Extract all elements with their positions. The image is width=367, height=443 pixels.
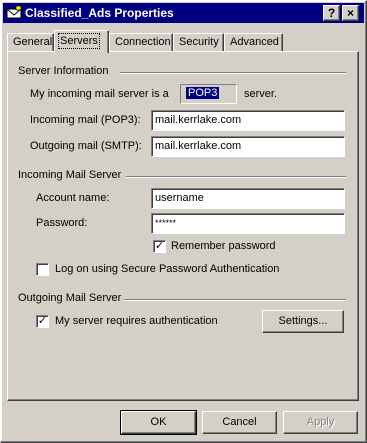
apply-button[interactable]: Apply [283,411,358,434]
incoming-server-divider [126,176,346,178]
title-bar[interactable]: Classified_Ads Properties ? × [3,3,364,23]
server-type-box: POP3 [180,84,237,104]
tab-servers-label: Servers [58,33,100,49]
tab-advanced[interactable]: Advanced [224,33,283,52]
close-button[interactable]: × [342,5,359,21]
password-label: Password: [36,217,88,229]
tab-security-label: Security [179,36,219,48]
spa-label: Log on using Secure Password Authenticat… [55,263,280,275]
tab-advanced-label: Advanced [230,36,279,48]
cancel-button[interactable]: Cancel [202,411,277,434]
outgoing-mail-field[interactable]: mail.kerrlake.com [151,136,345,157]
settings-button[interactable]: Settings... [262,310,344,333]
tab-security[interactable]: Security [173,33,224,52]
ok-button[interactable]: OK [120,410,197,435]
server-info-heading: Server Information [18,65,109,77]
tab-general-label: General [13,36,53,48]
incoming-server-heading: Incoming Mail Server [18,169,122,181]
incoming-mail-field[interactable]: mail.kerrlake.com [151,110,345,131]
tab-strip: General Servers Connection Security Adva… [7,30,357,53]
help-button[interactable]: ? [323,5,340,21]
mail-account-icon [6,5,22,19]
tab-connection[interactable]: Connection [109,33,173,52]
remember-password-label: Remember password [171,240,276,252]
password-field[interactable]: ****** [151,213,345,234]
incoming-type-suffix: server. [244,88,278,100]
tab-servers[interactable]: Servers [54,30,109,53]
outgoing-server-heading: Outgoing Mail Server [18,292,122,304]
properties-dialog: Classified_Ads Properties ? × General Se… [0,0,367,443]
account-name-field[interactable]: username [151,188,345,209]
requires-auth-checkbox[interactable]: ✓ [36,315,49,328]
tab-general[interactable]: General [7,33,54,52]
outgoing-server-divider [124,299,346,301]
window-title: Classified_Ads Properties [25,6,174,20]
account-name-label: Account name: [36,192,110,204]
spa-checkbox[interactable] [36,263,49,276]
requires-auth-label: My server requires authentication [55,315,218,327]
server-type-value: POP3 [186,87,220,99]
remember-password-checkbox[interactable]: ✓ [153,240,166,253]
incoming-type-prefix: My incoming mail server is a [30,88,169,100]
servers-panel: Server Information My incoming mail serv… [7,51,359,401]
tab-connection-label: Connection [115,36,171,48]
incoming-mail-label: Incoming mail (POP3): [30,114,141,126]
outgoing-mail-label: Outgoing mail (SMTP): [30,140,142,152]
server-info-divider [120,72,346,74]
